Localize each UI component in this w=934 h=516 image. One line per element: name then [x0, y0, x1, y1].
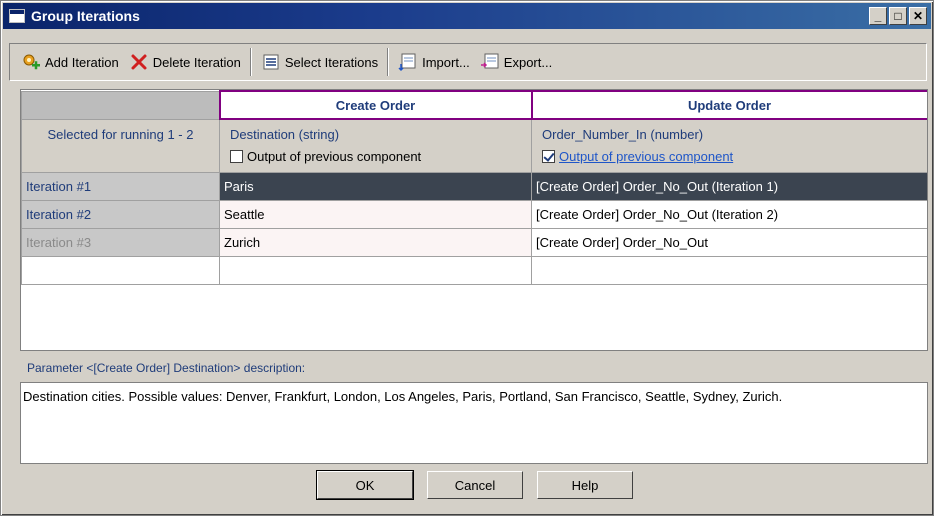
empty-cell [531, 256, 927, 285]
output-of-previous-checkbox-checked[interactable] [542, 150, 555, 163]
window-icon [9, 9, 25, 23]
cell-order-number[interactable]: [Create Order] Order_No_Out (Iteration 1… [531, 172, 927, 201]
dialog-buttons: OK Cancel Help [1, 470, 934, 500]
select-iterations-button[interactable]: Select Iterations [256, 48, 383, 76]
param-name-order-number: Order_Number_In (number) [542, 127, 704, 142]
window-title: Group Iterations [31, 8, 140, 24]
import-icon [398, 53, 416, 72]
iterations-grid: Create Order Update Order Selected for r… [20, 89, 928, 351]
toolbar-separator [249, 48, 252, 76]
group-iterations-window: Group Iterations _ □ ✕ Add Iteration Del… [0, 0, 934, 516]
ok-button[interactable]: OK [316, 470, 414, 500]
delete-iteration-label: Delete Iteration [152, 54, 241, 70]
output-of-previous-checkbox[interactable] [230, 150, 243, 163]
cell-destination[interactable]: Zurich [219, 228, 532, 257]
add-iteration-button[interactable]: Add Iteration [16, 48, 124, 76]
maximize-button[interactable]: □ [889, 7, 907, 25]
cell-order-number[interactable]: [Create Order] Order_No_Out [531, 228, 927, 257]
empty-cell [21, 256, 220, 285]
export-label: Export... [503, 54, 553, 70]
grid-corner [21, 90, 220, 120]
row-header-iteration-1[interactable]: Iteration #1 [21, 172, 220, 201]
param-header-order-number: Order_Number_In (number) Output of previ… [531, 118, 927, 173]
group-header-update-order[interactable]: Update Order [530, 90, 927, 120]
output-checkbox-row[interactable]: Output of previous component [230, 146, 521, 168]
empty-cell [219, 256, 532, 285]
delete-icon [131, 54, 147, 70]
import-label: Import... [422, 54, 470, 70]
cell-destination[interactable]: Seattle [219, 200, 532, 229]
select-iterations-label: Select Iterations [284, 54, 379, 70]
group-header-create-order[interactable]: Create Order [218, 90, 533, 120]
row-header-iteration-3[interactable]: Iteration #3 [21, 228, 220, 257]
output-of-previous-link[interactable]: Output of previous component [559, 149, 733, 164]
add-iteration-label: Add Iteration [45, 54, 119, 70]
row-header-iteration-2[interactable]: Iteration #2 [21, 200, 220, 229]
export-button[interactable]: Export... [475, 48, 557, 76]
table-row[interactable]: Iteration #1 Paris [Create Order] Order_… [21, 172, 927, 201]
description-label: Parameter <[Create Order] Destination> d… [27, 361, 306, 375]
param-header-destination: Destination (string) Output of previous … [219, 118, 532, 173]
checkbox-label: Output of previous component [247, 149, 422, 164]
output-checkbox-row[interactable]: Output of previous component [542, 146, 917, 168]
delete-iteration-button[interactable]: Delete Iteration [124, 48, 246, 76]
add-iteration-icon [23, 54, 40, 70]
cancel-button[interactable]: Cancel [427, 471, 523, 499]
toolbar: Add Iteration Delete Iteration Select It… [9, 43, 927, 81]
toolbar-separator [387, 48, 390, 76]
selected-for-running-label: Selected for running 1 - 2 [47, 126, 194, 142]
close-button[interactable]: ✕ [909, 7, 927, 25]
selected-for-running-header[interactable]: Selected for running 1 - 2 [21, 118, 220, 173]
title-bar[interactable]: Group Iterations _ □ ✕ [3, 3, 931, 29]
empty-row [21, 256, 927, 285]
param-name-destination: Destination (string) [230, 127, 340, 142]
list-icon [263, 54, 279, 70]
import-button[interactable]: Import... [393, 48, 475, 76]
minimize-button[interactable]: _ [869, 7, 887, 25]
description-text[interactable]: Destination cities. Possible values: Den… [20, 382, 928, 464]
cell-destination[interactable]: Paris [219, 172, 532, 201]
table-row[interactable]: Iteration #3 Zurich [Create Order] Order… [21, 228, 927, 257]
help-button[interactable]: Help [537, 471, 633, 499]
table-row[interactable]: Iteration #2 Seattle [Create Order] Orde… [21, 200, 927, 229]
cell-order-number[interactable]: [Create Order] Order_No_Out (Iteration 2… [531, 200, 927, 229]
window-controls: _ □ ✕ [869, 7, 927, 25]
export-icon [480, 53, 499, 69]
